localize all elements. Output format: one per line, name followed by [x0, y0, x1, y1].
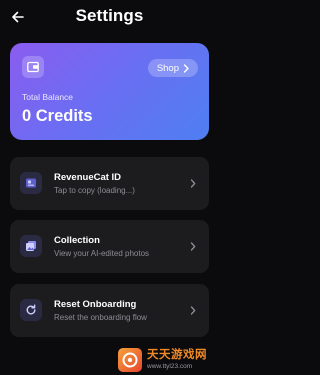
- chevron-right-icon: [190, 179, 196, 188]
- collection-row[interactable]: Collection View your AI-edited photos: [10, 220, 209, 273]
- row-subtitle: Tap to copy (loading...): [54, 186, 135, 195]
- row-title: Collection: [54, 235, 100, 246]
- chevron-right-icon: [190, 242, 196, 251]
- watermark-text: 天天游戏网 www.ttyl23.com: [147, 349, 207, 370]
- chevron-right-icon: [183, 63, 189, 73]
- icon-tile: [20, 172, 42, 194]
- balance-card: Shop Total Balance 0 Credits: [10, 43, 209, 140]
- row-subtitle: Reset the onboarding flow: [54, 313, 147, 322]
- revenuecat-id-row[interactable]: RevenueCat ID Tap to copy (loading...): [10, 157, 209, 210]
- balance-label: Total Balance: [22, 92, 74, 102]
- watermark-logo-icon: [118, 348, 142, 372]
- reset-onboarding-row[interactable]: Reset Onboarding Reset the onboarding fl…: [10, 284, 209, 337]
- wallet-icon: [27, 61, 39, 73]
- icon-tile: [20, 299, 42, 321]
- id-card-icon: [26, 178, 36, 188]
- settings-screen: Settings Shop Total Balance 0 Credits Re…: [0, 0, 219, 375]
- balance-value: 0 Credits: [22, 107, 93, 125]
- row-title: Reset Onboarding: [54, 299, 137, 310]
- watermark-url: www.ttyl23.com: [147, 362, 193, 370]
- wallet-icon-tile: [22, 56, 44, 78]
- row-title: RevenueCat ID: [54, 172, 122, 183]
- refresh-icon: [26, 304, 36, 315]
- row-subtitle: View your AI-edited photos: [54, 249, 150, 258]
- watermark-title: 天天游戏网: [147, 349, 207, 361]
- icon-tile: [20, 235, 42, 257]
- shop-button-label: Shop: [156, 62, 179, 74]
- header: Settings: [0, 0, 219, 36]
- chevron-right-icon: [190, 306, 196, 315]
- shop-button[interactable]: Shop: [147, 59, 198, 77]
- page-title: Settings: [75, 6, 144, 25]
- watermark: 天天游戏网 www.ttyl23.com: [118, 345, 219, 375]
- gallery-icon: [26, 241, 36, 251]
